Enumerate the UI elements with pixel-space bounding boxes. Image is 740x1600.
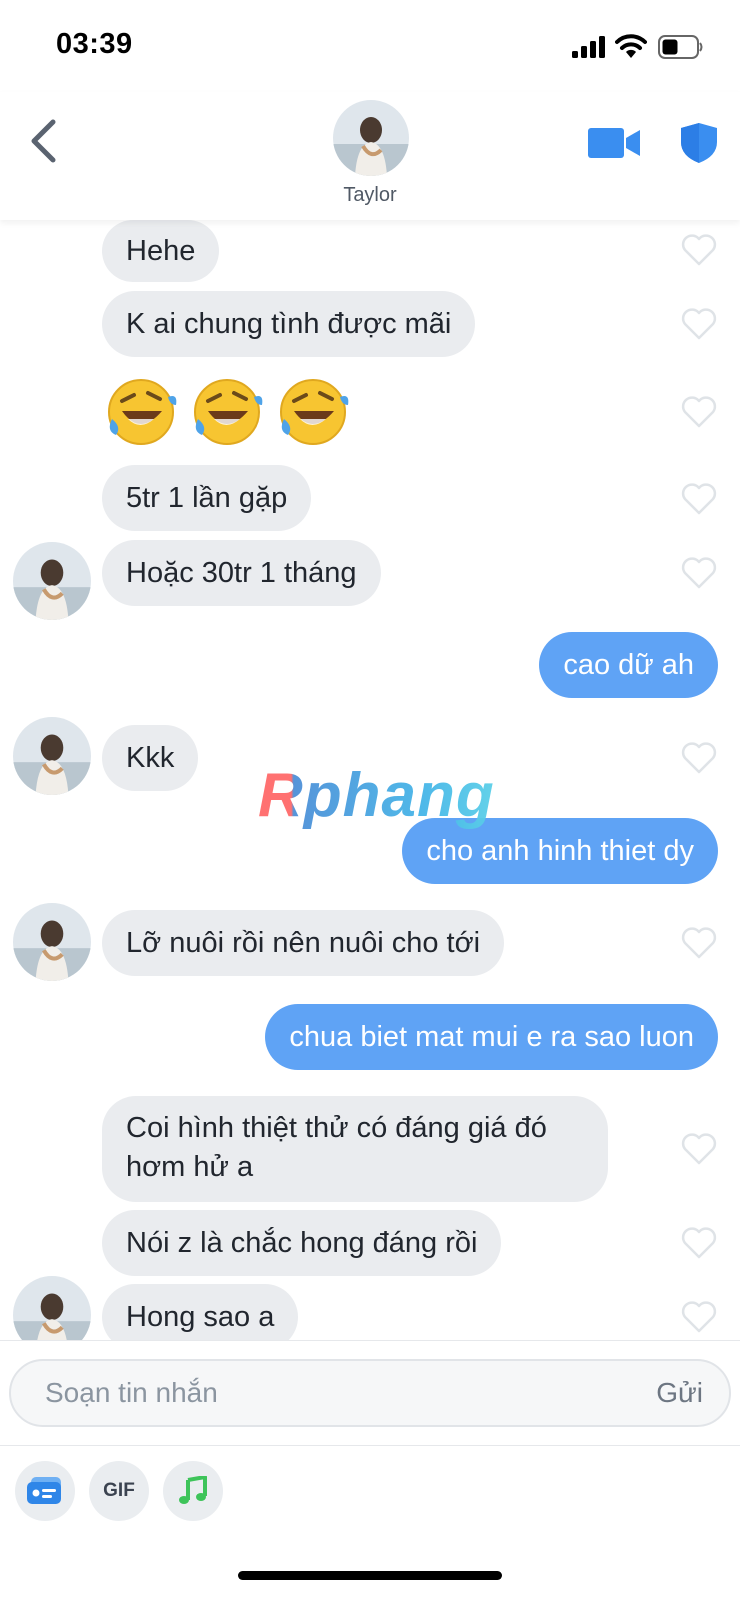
like-heart-icon[interactable] [681,233,717,267]
incoming-message-bubble[interactable]: Nói z là chắc hong đáng rồi [102,1210,502,1276]
video-call-icon[interactable] [588,126,640,160]
incoming-message-bubble[interactable]: Lỡ nuôi rồi nên nuôi cho tới [102,910,505,976]
incoming-message-bubble[interactable]: Kkk [102,725,199,791]
profile-photo [13,717,91,795]
home-indicator[interactable] [238,1571,502,1580]
emoji-message[interactable]: 🤣🤣🤣 [104,375,350,449]
gif-button[interactable]: GIF [89,1461,149,1521]
message-text: 5tr 1 lần gặp [126,481,288,514]
incoming-message-bubble[interactable]: Hong sao a [102,1284,299,1340]
message-text: Kkk [126,741,175,774]
like-heart-icon[interactable] [681,1226,717,1260]
like-heart-icon[interactable] [681,395,717,429]
incoming-message-bubble[interactable]: 5tr 1 lần gặp [102,465,312,531]
chat-header: Taylor [0,92,740,220]
message-composer: Gửi GIF [0,1340,740,1600]
profile-photo [333,100,409,176]
watermark-logo: Rphang [258,761,495,830]
wifi-icon [615,34,647,58]
outgoing-message-bubble[interactable]: chua biet mat mui e ra sao luon [265,1004,718,1070]
gif-label: GIF [103,1480,135,1501]
message-input-container[interactable]: Gửi [9,1359,731,1427]
message-text: cao dữ ah [563,648,694,681]
like-heart-icon[interactable] [681,1132,717,1166]
message-text: Hoặc 30tr 1 tháng [126,556,357,589]
like-heart-icon[interactable] [681,741,717,775]
send-button[interactable]: Gửi [656,1377,703,1409]
profile-photo [13,1276,91,1340]
like-heart-icon[interactable] [681,556,717,590]
message-input[interactable] [45,1373,605,1413]
outgoing-message-bubble[interactable]: cao dữ ah [539,632,718,698]
contact-name[interactable]: Taylor [0,184,740,207]
music-button[interactable] [163,1461,223,1521]
message-text: Coi hình thiệt thử có đáng giá đó hơm hử… [126,1112,547,1183]
message-text: cho anh hinh thiet dy [426,834,694,867]
like-heart-icon[interactable] [681,926,717,960]
rolling-laughing-emoji-icon [194,379,263,445]
composer-divider [0,1445,740,1446]
rolling-laughing-emoji-icon [108,379,177,445]
shield-safety-icon[interactable] [680,122,718,164]
profile-photo [13,542,91,620]
status-time: 03:39 [56,28,133,60]
message-text: chua biet mat mui e ra sao luon [289,1020,694,1053]
message-text: K ai chung tình được mãi [126,307,452,340]
like-heart-icon[interactable] [681,307,717,341]
sender-avatar[interactable] [13,903,91,981]
message-text: Hehe [126,234,196,267]
message-list[interactable]: Hehe K ai chung tình được mãi 5tr 1 lần … [0,220,740,1340]
like-heart-icon[interactable] [681,1300,717,1334]
sticker-card-button[interactable] [15,1461,75,1521]
battery-icon [658,35,703,59]
chevron-left-icon [31,119,56,163]
message-text: Lỡ nuôi rồi nên nuôi cho tới [126,926,481,959]
sender-avatar[interactable] [13,542,91,620]
profile-photo [13,903,91,981]
sender-avatar[interactable] [13,1276,91,1340]
message-text: Hong sao a [126,1300,275,1333]
message-text: Nói z là chắc hong đáng rồi [126,1226,478,1259]
music-note-icon [179,1476,207,1504]
sender-avatar[interactable] [13,717,91,795]
rolling-laughing-emoji-icon [280,379,349,445]
contact-avatar[interactable] [333,100,409,176]
back-button[interactable] [20,114,66,168]
incoming-message-bubble[interactable]: Hehe [102,220,220,282]
id-card-icon [27,1477,61,1504]
incoming-message-bubble[interactable]: K ai chung tình được mãi [102,291,476,357]
status-bar: 03:39 [0,0,740,92]
like-heart-icon[interactable] [681,482,717,516]
cellular-signal-icon [572,36,605,58]
incoming-message-bubble[interactable]: Hoặc 30tr 1 tháng [102,540,381,606]
incoming-message-bubble[interactable]: Coi hình thiệt thử có đáng giá đó hơm hử… [102,1096,608,1202]
